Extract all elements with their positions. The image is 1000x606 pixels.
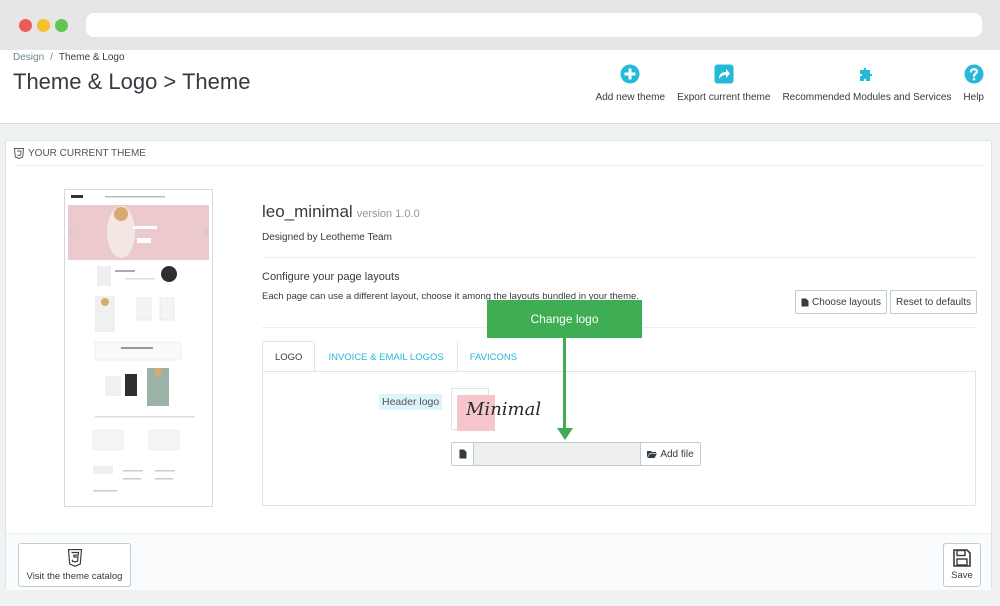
visit-theme-catalog-button[interactable]: Visit the theme catalog — [18, 543, 131, 587]
logo-file-upload: Add file — [451, 442, 701, 466]
add-file-button[interactable]: Add file — [640, 443, 700, 465]
export-share-icon — [714, 64, 734, 84]
panel-heading-text: YOUR CURRENT THEME — [28, 147, 146, 159]
breadcrumb-separator: / — [50, 52, 53, 63]
address-bar[interactable] — [86, 13, 982, 37]
save-label: Save — [951, 570, 973, 581]
theme-name-text: leo_minimal — [262, 202, 353, 221]
choose-layouts-label: Choose layouts — [812, 296, 881, 308]
help-circle-icon — [964, 64, 984, 84]
tab-invoice-email-logos[interactable]: INVOICE & EMAIL LOGOS — [315, 341, 456, 372]
plus-circle-icon — [620, 64, 640, 84]
header-logo-label: Header logo — [379, 394, 443, 410]
help-label: Help — [963, 92, 984, 103]
theme-name: leo_minimal version 1.0.0 — [262, 202, 420, 222]
breadcrumb-current: Theme & Logo — [58, 52, 125, 63]
html5-icon — [67, 548, 82, 567]
add-new-theme-button[interactable]: Add new theme — [590, 64, 672, 114]
theme-version: version 1.0.0 — [356, 208, 420, 220]
browser-chrome — [0, 0, 1000, 50]
logo-tab-content: Header logo Minimal Add file — [262, 371, 976, 506]
logo-wordmark: Minimal — [466, 399, 542, 420]
add-new-theme-label: Add new theme — [595, 92, 666, 103]
visit-theme-catalog-label: Visit the theme catalog — [26, 570, 123, 582]
file-icon — [801, 298, 809, 306]
page-title: Theme & Logo > Theme — [13, 69, 251, 94]
maximize-window-dot[interactable] — [55, 19, 68, 32]
add-file-label: Add file — [660, 448, 694, 460]
divider — [262, 257, 976, 258]
folder-open-icon — [647, 451, 658, 458]
puzzle-icon — [859, 67, 873, 81]
save-button[interactable]: Save — [943, 543, 981, 587]
callout-arrow-line — [563, 338, 566, 434]
tab-favicons[interactable]: FAVICONS — [456, 341, 530, 372]
reset-to-defaults-button[interactable]: Reset to defaults — [890, 290, 977, 314]
panel-heading: YOUR CURRENT THEME — [14, 141, 984, 166]
floppy-disk-icon — [953, 549, 971, 567]
file-icon — [452, 443, 474, 465]
export-current-theme-label: Export current theme — [677, 92, 771, 103]
export-current-theme-button[interactable]: Export current theme — [671, 64, 776, 114]
close-window-dot[interactable] — [19, 19, 32, 32]
help-button[interactable]: Help — [957, 64, 990, 114]
configure-layouts-title: Configure your page layouts — [262, 271, 400, 283]
panel-footer: Visit the theme catalog Save — [6, 533, 991, 590]
callout-arrow-head — [557, 428, 573, 440]
logo-tabs: LOGO INVOICE & EMAIL LOGOS FAVICONS — [262, 341, 530, 372]
theme-preview-graphic — [65, 190, 212, 506]
change-logo-callout: Change logo — [487, 300, 642, 338]
page-toolbar: Add new theme Export current theme Recom… — [590, 64, 990, 114]
choose-layouts-button[interactable]: Choose layouts — [795, 290, 887, 314]
page-header: Design / Theme & Logo Theme & Logo > Theme… — [0, 50, 1000, 124]
theme-author: Designed by Leotheme Team — [262, 232, 392, 243]
recommended-modules-label: Recommended Modules and Services — [782, 92, 952, 103]
tab-logo[interactable]: LOGO — [262, 341, 316, 372]
html5-icon — [14, 147, 24, 159]
breadcrumb-parent[interactable]: Design — [13, 52, 44, 63]
reset-to-defaults-label: Reset to defaults — [895, 296, 972, 308]
breadcrumb: Design / Theme & Logo — [13, 52, 125, 63]
theme-preview-image — [64, 189, 213, 507]
header-logo-preview: Minimal — [451, 388, 541, 431]
file-path-input[interactable] — [474, 443, 640, 465]
current-theme-panel: YOUR CURRENT THEME leo_minimal version 1… — [5, 140, 992, 590]
minimize-window-dot[interactable] — [37, 19, 50, 32]
recommended-modules-button[interactable]: Recommended Modules and Services — [776, 64, 957, 114]
